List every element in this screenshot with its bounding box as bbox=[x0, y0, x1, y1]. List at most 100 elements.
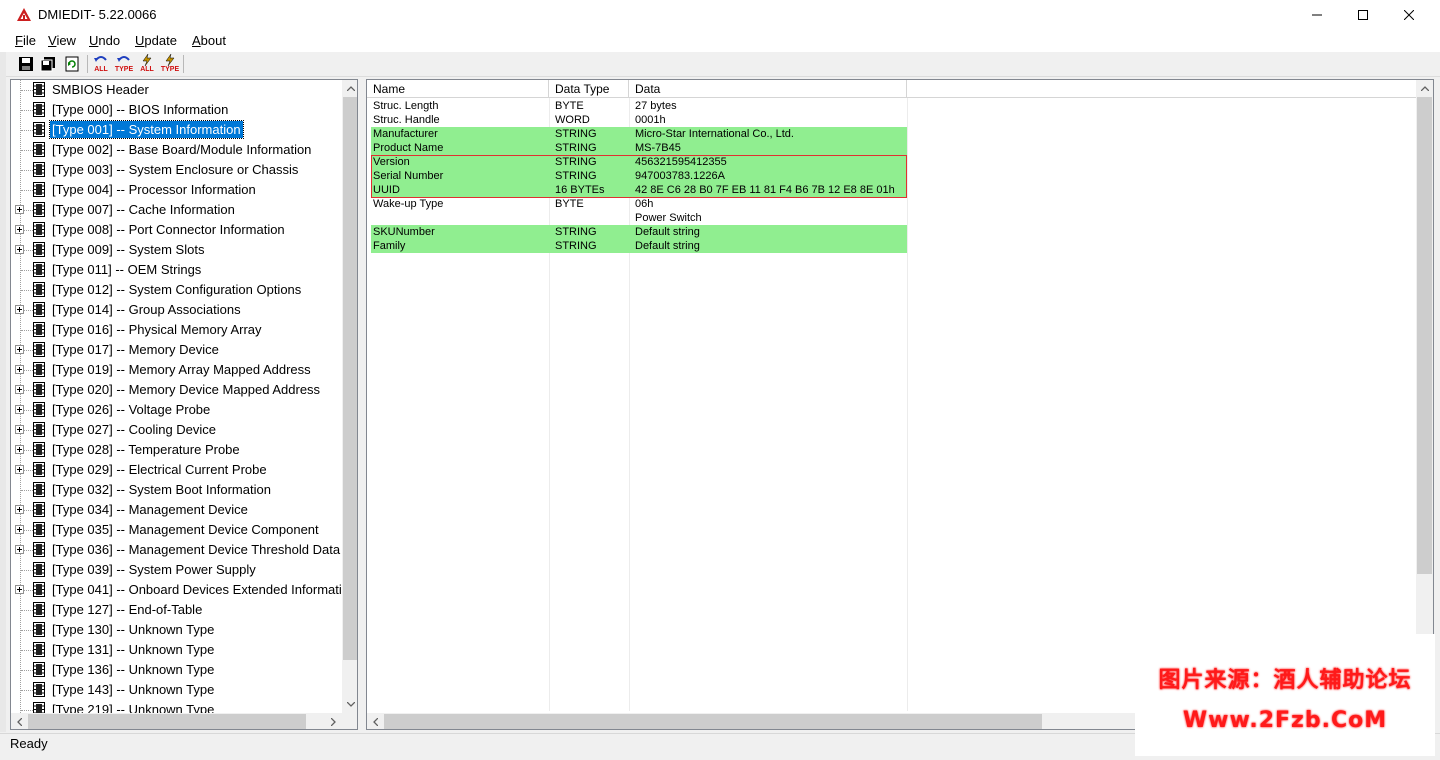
expand-plus-icon[interactable] bbox=[15, 225, 24, 234]
expand-plus-icon[interactable] bbox=[15, 305, 24, 314]
chip-node-icon bbox=[33, 502, 45, 517]
column-header-data-type[interactable]: Data Type bbox=[549, 80, 629, 98]
maximize-button[interactable] bbox=[1340, 0, 1386, 30]
tree-item[interactable]: [Type 014] -- Group Associations bbox=[11, 300, 342, 320]
tree-item[interactable]: [Type 143] -- Unknown Type bbox=[11, 680, 342, 700]
save-all-button[interactable] bbox=[38, 54, 58, 74]
table-row[interactable]: Struc. Length BYTE 27 bytes bbox=[371, 99, 907, 113]
chip-node-icon bbox=[33, 162, 45, 177]
table-row[interactable]: Version STRING 456321595412355 bbox=[371, 155, 907, 169]
scroll-left-arrow-icon[interactable] bbox=[367, 713, 384, 729]
table-row[interactable]: Manufacturer STRING Micro-Star Internation… bbox=[371, 127, 907, 141]
smbios-tree[interactable]: SMBIOS Header [Type 000] -- BIOS Informat… bbox=[10, 79, 358, 730]
tree-vertical-scrollbar[interactable] bbox=[342, 80, 357, 713]
close-button[interactable] bbox=[1386, 0, 1432, 30]
menu-update[interactable]: Update bbox=[135, 33, 177, 48]
table-row[interactable]: Struc. Handle WORD 0001h bbox=[371, 113, 907, 127]
scroll-up-arrow-icon[interactable] bbox=[342, 80, 357, 97]
expand-plus-icon[interactable] bbox=[15, 505, 24, 514]
tree-item[interactable]: [Type 002] -- Base Board/Module Informat… bbox=[11, 140, 342, 160]
expand-plus-icon[interactable] bbox=[15, 245, 24, 254]
tree-item[interactable]: [Type 000] -- BIOS Information bbox=[11, 100, 342, 120]
tree-item[interactable]: [Type 028] -- Temperature Probe bbox=[11, 440, 342, 460]
scroll-down-arrow-icon[interactable] bbox=[342, 696, 357, 713]
title-bar[interactable]: DMIEDIT- 5.22.0066 bbox=[0, 0, 1440, 30]
tree-item[interactable]: [Type 026] -- Voltage Probe bbox=[11, 400, 342, 420]
expand-plus-icon[interactable] bbox=[15, 205, 24, 214]
tree-item[interactable]: [Type 027] -- Cooling Device bbox=[11, 420, 342, 440]
menu-about[interactable]: About bbox=[192, 33, 226, 48]
tree-hscroll-thumb[interactable] bbox=[28, 714, 306, 729]
tree-item[interactable]: [Type 004] -- Processor Information bbox=[11, 180, 342, 200]
table-row[interactable]: Serial Number STRING 947003783.1226A bbox=[371, 169, 907, 183]
tree-item[interactable]: [Type 029] -- Electrical Current Probe bbox=[11, 460, 342, 480]
list-vscroll-thumb[interactable] bbox=[1417, 97, 1432, 574]
menu-undo[interactable]: Undo bbox=[89, 33, 120, 48]
table-row[interactable]: UUID 16 BYTEs 42 8E C6 28 B0 7F EB 11 81 F… bbox=[371, 183, 907, 197]
tree-item[interactable]: [Type 003] -- System Enclosure or Chassi… bbox=[11, 160, 342, 180]
cell-data: Default string bbox=[635, 240, 700, 252]
list-hscroll-thumb[interactable] bbox=[384, 714, 1042, 729]
tree-item[interactable]: [Type 032] -- System Boot Information bbox=[11, 480, 342, 500]
tree-item[interactable]: [Type 127] -- End-of-Table bbox=[11, 600, 342, 620]
expand-plus-icon[interactable] bbox=[15, 525, 24, 534]
field-list[interactable]: Name Data Type Data Struc. Length BYTE 27 … bbox=[366, 79, 1434, 730]
tree-item[interactable]: [Type 017] -- Memory Device bbox=[11, 340, 342, 360]
cell-type: STRING bbox=[555, 142, 597, 154]
undo-type-button[interactable]: TYPE bbox=[114, 54, 134, 74]
expand-plus-icon[interactable] bbox=[15, 465, 24, 474]
tree-item[interactable]: [Type 001] -- System Information bbox=[11, 120, 342, 140]
undo-all-button[interactable]: ALL bbox=[91, 54, 111, 74]
tree-item[interactable]: [Type 136] -- Unknown Type bbox=[11, 660, 342, 680]
expand-plus-icon[interactable] bbox=[15, 405, 24, 414]
tree-item[interactable]: [Type 020] -- Memory Device Mapped Addre… bbox=[11, 380, 342, 400]
scroll-left-arrow-icon[interactable] bbox=[11, 713, 28, 729]
table-row[interactable]: Product Name STRING MS-7B45 bbox=[371, 141, 907, 155]
tree-item[interactable]: [Type 012] -- System Configuration Optio… bbox=[11, 280, 342, 300]
tree-item[interactable]: [Type 009] -- System Slots bbox=[11, 240, 342, 260]
table-row[interactable]: SKUNumber STRING Default string bbox=[371, 225, 907, 239]
tree-vscroll-thumb[interactable] bbox=[343, 97, 357, 660]
expand-plus-icon[interactable] bbox=[15, 585, 24, 594]
tree-item[interactable]: [Type 039] -- System Power Supply bbox=[11, 560, 342, 580]
menu-view[interactable]: View bbox=[48, 33, 76, 48]
expand-plus-icon[interactable] bbox=[15, 545, 24, 554]
tree-item-label: [Type 143] -- Unknown Type bbox=[52, 682, 215, 697]
tree-item[interactable]: [Type 034] -- Management Device bbox=[11, 500, 342, 520]
menu-file[interactable]: File bbox=[15, 33, 36, 48]
list-vertical-scrollbar[interactable] bbox=[1416, 80, 1433, 713]
tree-item[interactable]: [Type 130] -- Unknown Type bbox=[11, 620, 342, 640]
table-row[interactable]: Family STRING Default string bbox=[371, 239, 907, 253]
table-row[interactable]: Power Switch bbox=[371, 211, 907, 225]
watermark: 图片来源：酒人辅助论坛 Www.2Fzb.CoM bbox=[1135, 634, 1435, 756]
tree-horizontal-scrollbar[interactable] bbox=[11, 713, 342, 729]
tree-item[interactable]: [Type 008] -- Port Connector Information bbox=[11, 220, 342, 240]
tree-item[interactable]: [Type 035] -- Management Device Componen… bbox=[11, 520, 342, 540]
update-type-button[interactable]: TYPE bbox=[160, 54, 180, 74]
tree-item[interactable]: [Type 219] -- Unknown Type bbox=[11, 700, 342, 713]
tree-item[interactable]: [Type 016] -- Physical Memory Array bbox=[11, 320, 342, 340]
cell-data: 456321595412355 bbox=[635, 156, 727, 168]
tree-item[interactable]: [Type 019] -- Memory Array Mapped Addres… bbox=[11, 360, 342, 380]
column-header-data[interactable]: Data bbox=[629, 80, 907, 98]
expand-plus-icon[interactable] bbox=[15, 445, 24, 454]
tree-item[interactable]: [Type 007] -- Cache Information bbox=[11, 200, 342, 220]
minimize-icon bbox=[1312, 14, 1322, 16]
tree-item[interactable]: [Type 131] -- Unknown Type bbox=[11, 640, 342, 660]
expand-plus-icon[interactable] bbox=[15, 365, 24, 374]
tree-item[interactable]: SMBIOS Header bbox=[11, 80, 342, 100]
expand-plus-icon[interactable] bbox=[15, 385, 24, 394]
minimize-button[interactable] bbox=[1294, 0, 1340, 30]
table-row[interactable]: Wake-up Type BYTE 06h bbox=[371, 197, 907, 211]
save-button[interactable] bbox=[16, 54, 36, 74]
refresh-button[interactable] bbox=[62, 54, 82, 74]
scroll-up-arrow-icon[interactable] bbox=[1416, 80, 1433, 97]
expand-plus-icon[interactable] bbox=[15, 425, 24, 434]
tree-item[interactable]: [Type 041] -- Onboard Devices Extended I… bbox=[11, 580, 342, 600]
tree-item[interactable]: [Type 011] -- OEM Strings bbox=[11, 260, 342, 280]
tree-item[interactable]: [Type 036] -- Management Device Threshol… bbox=[11, 540, 342, 560]
scroll-right-arrow-icon[interactable] bbox=[325, 713, 342, 729]
update-all-button[interactable]: ALL bbox=[137, 54, 157, 74]
expand-plus-icon[interactable] bbox=[15, 345, 24, 354]
column-header-name[interactable]: Name bbox=[367, 80, 549, 98]
